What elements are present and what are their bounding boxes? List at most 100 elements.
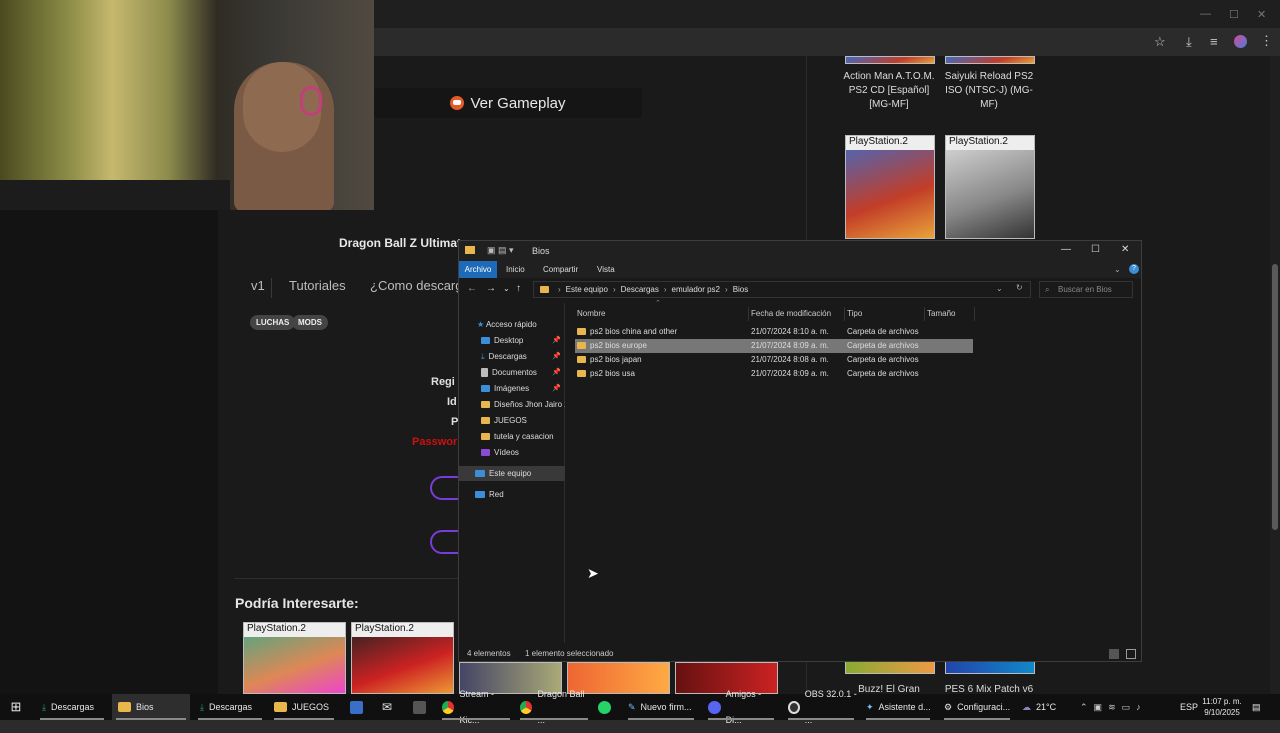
recent-locations-icon[interactable]: ⌄ [503, 284, 510, 293]
sidebar-item-imagenes[interactable]: Imágenes 📌 [459, 381, 565, 396]
column-header-tipo[interactable]: Tipo [845, 307, 925, 321]
taskbar-item-juegos[interactable]: JUEGOS [270, 694, 338, 720]
menu-dots-icon[interactable]: ⋮ [1260, 33, 1273, 49]
taskbar-store-icon[interactable] [350, 694, 370, 720]
tag-luchas[interactable]: LUCHAS [250, 315, 296, 330]
taskbar-item-descargas-2[interactable]: ⤓ Descargas [194, 694, 266, 720]
column-header-nombre[interactable]: Nombre [575, 307, 749, 321]
file-row[interactable]: ps2 bios japan 21/07/2024 8:08 a. m. Car… [575, 353, 973, 367]
back-arrow-icon[interactable]: ← [467, 283, 477, 294]
taskbar-item-asistente[interactable]: ✦ Asistente d... [862, 694, 934, 720]
game-caption[interactable]: Saiyuki Reload PS2 ISO (NTSC-J) (MG-MF) [941, 70, 1037, 112]
sidebar-item-tutela[interactable]: tutela y casacion [459, 429, 565, 444]
taskbar-item-nuevo-firm[interactable]: ✎ Nuevo firm... [624, 694, 698, 720]
media-control-icon[interactable]: ≡ [1210, 34, 1218, 49]
taskbar-item-configuracion[interactable]: ⚙ Configuraci... [940, 694, 1014, 720]
scroll-thumb[interactable] [1272, 264, 1278, 530]
tiles-view-icon[interactable] [1126, 649, 1136, 659]
tab-v1[interactable]: v1 [244, 278, 272, 298]
maximize-button[interactable]: ☐ [1229, 8, 1239, 21]
tab-tutoriales[interactable]: Tutoriales [289, 278, 346, 293]
sidebar-item-red[interactable]: Red [459, 487, 565, 502]
game-cover[interactable] [845, 56, 935, 64]
sidebar-item-videos[interactable]: Vídeos [459, 445, 565, 460]
start-button[interactable]: ⊞ [0, 694, 32, 720]
file-date: 21/07/2024 8:10 a. m. [751, 327, 829, 336]
column-header-fecha[interactable]: Fecha de modificación [749, 307, 845, 321]
notification-button[interactable]: ▤ [1252, 694, 1270, 720]
gear-icon: ⚙ [944, 702, 953, 712]
file-date: 21/07/2024 8:09 a. m. [751, 341, 829, 350]
taskbar-mail-icon[interactable]: ✉ [382, 694, 402, 720]
minimize-button[interactable]: — [1200, 8, 1211, 20]
column-header-tamano[interactable]: Tamaño [925, 307, 975, 321]
taskbar-item-bios[interactable]: Bios [112, 694, 190, 720]
ribbon-tab-archivo[interactable]: Archivo [459, 261, 497, 278]
breadcrumb-este-equipo[interactable]: Este equipo [566, 285, 608, 294]
tag-mods[interactable]: MODS [292, 315, 328, 330]
game-cover[interactable]: PlayStation.2 [351, 622, 454, 694]
quick-access-toolbar-icon[interactable]: ▣ ▤ ▾ [487, 245, 514, 256]
file-name: ps2 bios europe [590, 341, 647, 350]
breadcrumb-bios[interactable]: Bios [733, 285, 749, 294]
weather-widget[interactable]: ☁ 21°C [1022, 694, 1070, 720]
download-icon[interactable]: ⤓ [1186, 34, 1192, 50]
taskbar-item-obs[interactable]: OBS 32.0.1 - ... [784, 689, 858, 725]
tab-como-descargar[interactable]: ¿Como descarg [370, 278, 462, 293]
details-view-icon[interactable] [1109, 649, 1119, 659]
taskbar-item-dragon-ball[interactable]: Dragon Ball ... [516, 689, 592, 725]
headphones [300, 86, 322, 116]
sidebar-item-disenos[interactable]: Diseños Jhon Jairo 2 [459, 397, 565, 412]
taskbar-label: OBS 32.0.1 - ... [804, 689, 857, 725]
clock-time: 11:07 p. m. [1202, 697, 1242, 706]
sidebar-item-descargas[interactable]: ⤓ Descargas 📌 [459, 349, 565, 364]
taskbar-whatsapp-icon[interactable] [598, 694, 616, 720]
ver-gameplay-button[interactable]: Ver Gameplay [374, 88, 642, 118]
expand-ribbon-icon[interactable]: ⌄ [1114, 261, 1121, 278]
sidebar-item-acceso-rapido[interactable]: ★ Acceso rápido [459, 317, 565, 332]
breadcrumb-emulador-ps2[interactable]: emulador ps2 [672, 285, 720, 294]
language-indicator[interactable]: ESP [1180, 694, 1202, 720]
up-arrow-icon[interactable]: ↑ [516, 283, 521, 294]
sidebar-item-este-equipo[interactable]: Este equipo [459, 466, 565, 481]
ribbon-tab-vista[interactable]: Vista [597, 261, 615, 278]
refresh-icon[interactable]: ↻ [1016, 283, 1023, 292]
file-row[interactable]: ps2 bios usa 21/07/2024 8:09 a. m. Carpe… [575, 367, 973, 381]
game-cover[interactable] [945, 56, 1035, 64]
sidebar-item-documentos[interactable]: Documentos 📌 [459, 365, 565, 380]
address-bar[interactable]: › Este equipo › Descargas › emulador ps2… [533, 281, 1031, 298]
breadcrumb-descargas[interactable]: Descargas [621, 285, 659, 294]
file-row-selected[interactable]: ps2 bios europe 21/07/2024 8:09 a. m. Ca… [575, 339, 973, 353]
sort-arrow-icon: ⌃ [655, 300, 661, 307]
chevron-down-icon[interactable]: ⌄ [996, 284, 1003, 293]
system-tray[interactable]: ⌃ ▣ ≋ ▭ ♪ [1080, 694, 1176, 720]
clock[interactable]: 11:07 p. m. 9/10/2025 [1202, 696, 1242, 718]
close-button[interactable]: ✕ [1257, 8, 1266, 21]
help-icon[interactable]: ? [1129, 264, 1139, 274]
file-row[interactable]: ps2 bios china and other 21/07/2024 8:10… [575, 325, 973, 339]
taskbar-item-amigos-discord[interactable]: Amigos - Di... [704, 689, 778, 725]
page-scrollbar[interactable] [1270, 56, 1280, 694]
search-input[interactable]: ⌕ Buscar en Bios [1039, 281, 1133, 298]
taskbar-item-stream[interactable]: Stream - Kic... [438, 689, 514, 725]
explorer-minimize-button[interactable]: — [1061, 244, 1071, 255]
game-caption[interactable]: Action Man A.T.O.M. PS2 CD [Español] [MG… [841, 70, 937, 112]
bookmark-star-icon[interactable]: ☆ [1154, 34, 1166, 50]
explorer-maximize-button[interactable]: ☐ [1091, 244, 1100, 255]
game-cover[interactable] [945, 660, 1035, 674]
forward-arrow-icon[interactable]: → [486, 283, 496, 294]
game-cover[interactable]: PlayStation.2 [945, 135, 1035, 239]
game-cover[interactable]: PlayStation.2 [845, 135, 935, 239]
profile-avatar[interactable] [1234, 35, 1247, 48]
sidebar-item-desktop[interactable]: Desktop 📌 [459, 333, 565, 348]
game-cover[interactable]: PlayStation.2 [243, 622, 346, 694]
chrome-icon [442, 700, 455, 714]
taskbar-item-descargas[interactable]: ⤓ Descargas [36, 694, 108, 720]
ribbon-tab-compartir[interactable]: Compartir [543, 261, 578, 278]
game-cover[interactable] [845, 660, 935, 674]
ribbon-tab-inicio[interactable]: Inicio [506, 261, 525, 278]
calculator-icon [413, 700, 426, 714]
taskbar-calculator-icon[interactable] [413, 694, 433, 720]
explorer-close-button[interactable]: ✕ [1121, 244, 1129, 255]
sidebar-item-juegos[interactable]: JUEGOS [459, 413, 565, 428]
